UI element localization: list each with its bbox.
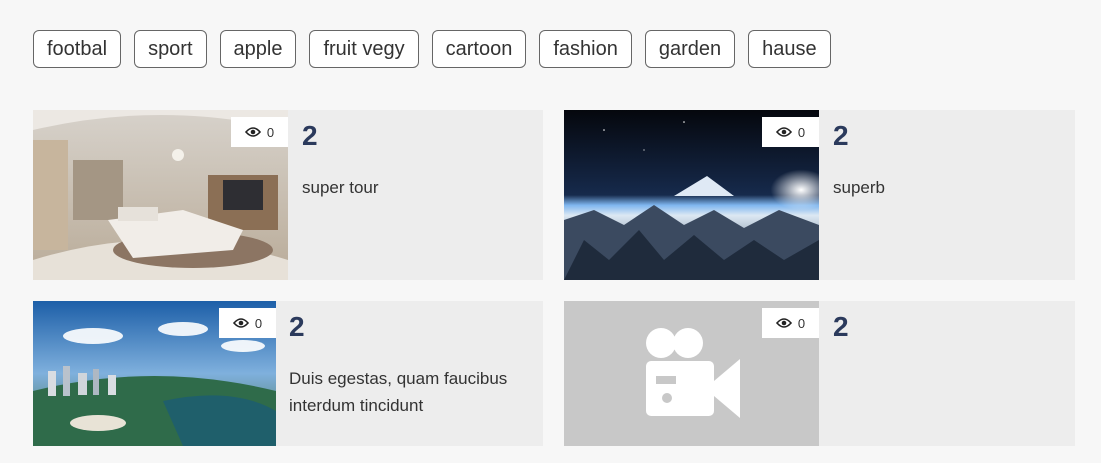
tag-list: footbal sport apple fruit vegy cartoon f… xyxy=(33,30,831,68)
view-count-badge: 0 xyxy=(762,117,819,147)
tour-card[interactable]: 0 2 superb xyxy=(564,110,1075,280)
view-count: 0 xyxy=(266,124,275,140)
eye-icon xyxy=(232,318,249,328)
view-count-badge: 0 xyxy=(762,308,819,338)
tour-thumbnail[interactable]: 0 xyxy=(33,110,288,280)
tag-button[interactable]: fashion xyxy=(539,30,632,68)
view-count-badge: 0 xyxy=(219,308,276,338)
tour-thumbnail[interactable]: 0 xyxy=(33,301,276,446)
tag-button[interactable]: garden xyxy=(644,30,736,68)
tag-button[interactable]: cartoon xyxy=(431,30,527,68)
card-count: 2 xyxy=(833,120,849,151)
card-count: 2 xyxy=(302,120,318,151)
eye-icon xyxy=(775,127,792,137)
tag-button[interactable]: hause xyxy=(748,30,831,68)
tour-thumbnail[interactable]: 0 xyxy=(564,301,819,446)
eye-icon xyxy=(244,127,261,137)
card-description: super tour xyxy=(302,178,379,197)
card-description: Duis egestas, quam faucibus interdum tin… xyxy=(289,369,508,415)
card-count: 2 xyxy=(289,311,305,342)
view-count: 0 xyxy=(797,124,806,140)
tour-card[interactable]: 0 2 Duis egestas, quam faucibus interdum… xyxy=(33,301,543,446)
tag-button[interactable]: footbal xyxy=(33,30,122,68)
tour-thumbnail[interactable]: 0 xyxy=(564,110,819,280)
tour-card[interactable]: 0 2 xyxy=(564,301,1075,446)
tag-button[interactable]: fruit vegy xyxy=(309,30,419,68)
tag-button[interactable]: sport xyxy=(134,30,207,68)
view-count: 0 xyxy=(797,315,806,331)
eye-icon xyxy=(775,318,792,328)
view-count-badge: 0 xyxy=(231,117,288,147)
tour-card[interactable]: 0 2 super tour xyxy=(33,110,543,280)
card-description: superb xyxy=(833,178,885,197)
view-count: 0 xyxy=(254,315,263,331)
card-count: 2 xyxy=(833,311,849,342)
tag-button[interactable]: apple xyxy=(219,30,297,68)
